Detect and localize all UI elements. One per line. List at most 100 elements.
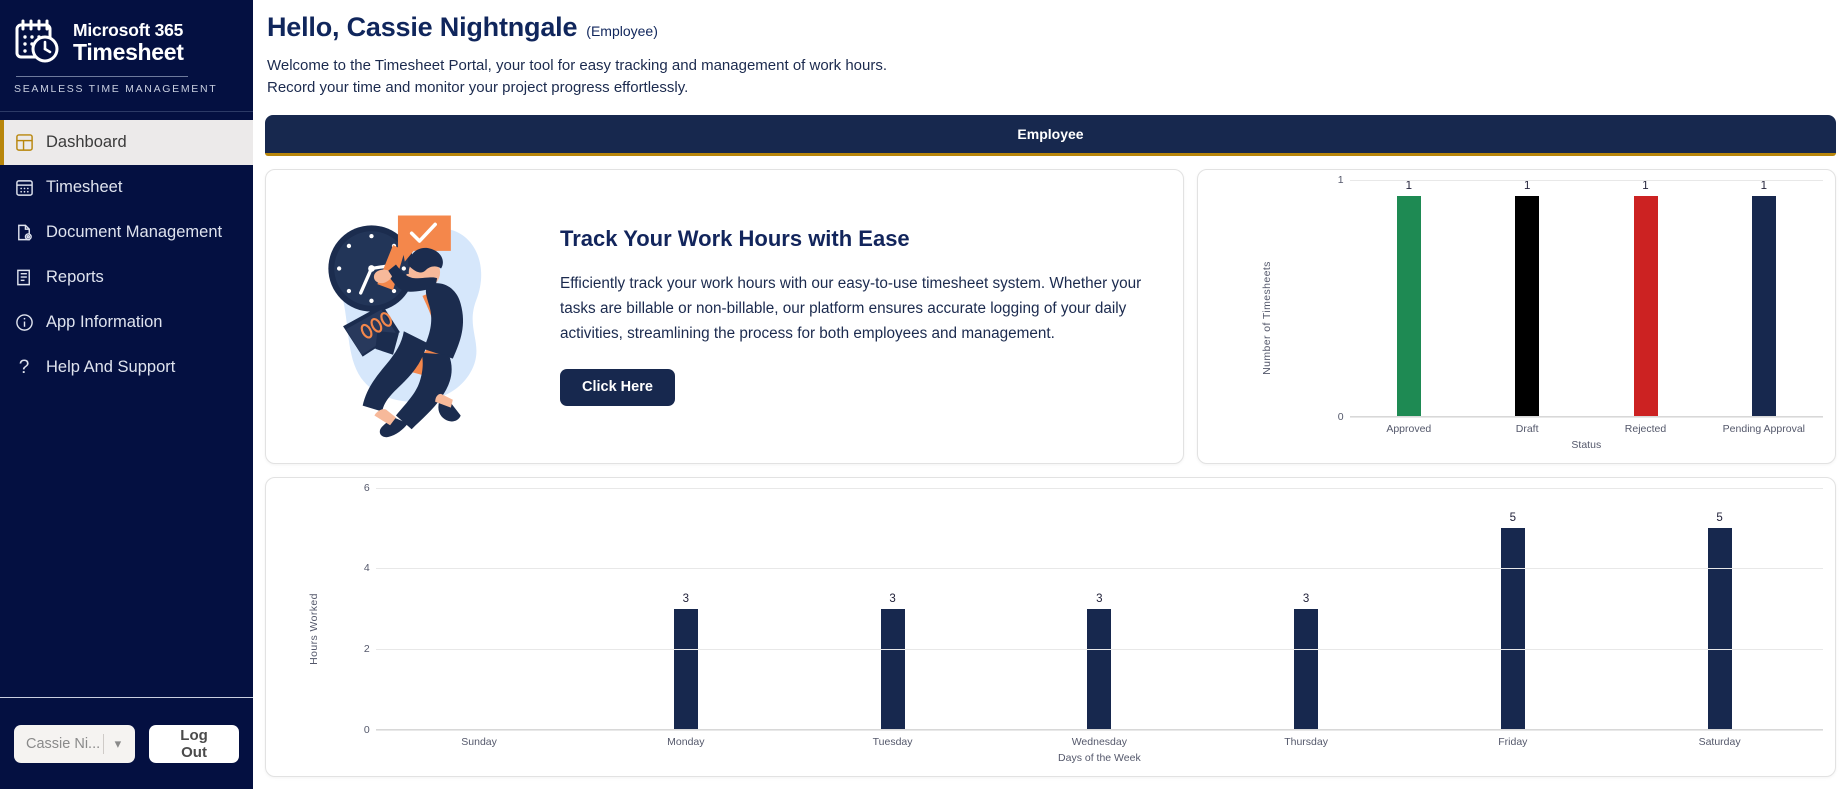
status-chart-body: 01 1111 Approved Draft Rejected Pending App… — [1324, 174, 1823, 457]
greeting-row: Hello, Cassie Nightngale (Employee) — [265, 8, 1836, 43]
brand-divider — [16, 76, 188, 77]
sidebar-item-dashboard[interactable]: Dashboard — [0, 120, 253, 165]
weekly-chart-plot: 0 2 4 6 3 3 3 3 5 5 — [350, 482, 1823, 736]
sidebar: Microsoft 365 Timesheet SEAMLESS TIME MA… — [0, 0, 253, 789]
calendar-clock-logo-icon — [14, 18, 64, 68]
x-tick-label: Tuesday — [872, 735, 913, 748]
y-tick-label: 2 — [363, 642, 370, 655]
y-tick-label: 0 — [1337, 410, 1344, 423]
user-account-dropdown[interactable]: Cassie Ni... ▾ — [14, 724, 136, 763]
bar-value-label: 1 — [1760, 179, 1768, 192]
x-tick-label: Wednesday — [1071, 735, 1127, 748]
brand-wordmark: Microsoft 365 Timesheet — [73, 22, 184, 64]
bar-slot: 5 — [1409, 488, 1616, 730]
report-icon — [14, 268, 34, 288]
top-row: Track Your Work Hours with Ease Efficien… — [265, 168, 1836, 464]
weekly-chart-yaxis: 0 2 4 6 — [350, 482, 376, 736]
sidebar-item-label: Dashboard — [46, 133, 127, 151]
y-tick-label: 0 — [363, 723, 370, 736]
page-title: Hello, Cassie Nightngale — [267, 12, 578, 42]
x-tick-label: Thursday — [1284, 735, 1328, 748]
sidebar-item-reports[interactable]: Reports — [0, 255, 253, 300]
bar-value-label: 5 — [1509, 511, 1517, 524]
sidebar-nav: Dashboard Timesheet Document Management … — [0, 112, 253, 697]
bar-slot: 1 — [1705, 180, 1823, 417]
weekly-chart-ylabel: Hours Worked — [307, 592, 320, 665]
weekly-hours-chart: Hours Worked 0 2 4 6 3 3 3 3 5 5 Sunday Monday Tue… — [278, 482, 1823, 770]
hero-card: Track Your Work Hours with Ease Efficien… — [265, 168, 1184, 464]
sidebar-item-document-management[interactable]: Document Management — [0, 210, 253, 255]
bar-slot: 3 — [1203, 488, 1410, 730]
y-tick-label: 4 — [363, 562, 370, 575]
user-account-value: Cassie Ni... — [26, 735, 101, 752]
weekly-chart-body: 0 2 4 6 3 3 3 3 5 5 Sunday Monday Tuesday Wednesday… — [350, 482, 1823, 770]
bar[interactable] — [1751, 195, 1776, 417]
question-icon: ? — [18, 357, 30, 378]
hero-body: Efficiently track your work hours with o… — [560, 275, 1142, 342]
bar[interactable] — [1515, 195, 1540, 417]
bar-value-label: 3 — [889, 592, 896, 605]
sidebar-item-help-and-support[interactable]: ? Help And Support — [0, 345, 253, 390]
info-icon — [14, 313, 34, 333]
bar-slot: 1 — [1468, 180, 1586, 417]
sidebar-item-app-information[interactable]: App Information — [0, 300, 253, 345]
weekly-chart-bars: 3 3 3 3 5 5 — [376, 488, 1823, 730]
gridline — [375, 648, 1823, 650]
bar-value-label: 5 — [1716, 511, 1723, 524]
sidebar-item-label: App Information — [46, 313, 163, 331]
bar-value-label: 1 — [1642, 179, 1649, 192]
hero-title: Track Your Work Hours with Ease — [560, 226, 910, 252]
status-chart-xaxis: Approved Draft Rejected Pending Approval — [1324, 417, 1823, 439]
bar[interactable] — [673, 608, 698, 730]
welcome-line-1: Welcome to the Timesheet Portal, your to… — [267, 57, 888, 74]
click-here-button[interactable]: Click Here — [560, 368, 675, 406]
brand-line-1: Microsoft 365 — [73, 20, 184, 41]
bar-slot: 1 — [1586, 180, 1704, 417]
grid-icon — [14, 133, 34, 153]
status-chart-grid: 1 1 1 1 — [1349, 179, 1823, 418]
bar[interactable] — [1633, 195, 1658, 417]
welcome-line-2: Record your time and monitor your projec… — [267, 78, 689, 96]
bar[interactable] — [1396, 195, 1421, 417]
role-suffix: (Employee) — [586, 23, 658, 39]
main-content: Hello, Cassie Nightngale (Employee) Welc… — [253, 0, 1848, 789]
x-tick-label: Pending Approval — [1722, 422, 1805, 435]
brand-tagline: SEAMLESS TIME MANAGEMENT — [14, 83, 218, 95]
sidebar-footer: Cassie Ni... ▾ Log Out — [0, 697, 253, 789]
axis-baseline — [1349, 415, 1823, 417]
bar[interactable] — [1500, 527, 1525, 730]
bottom-row: Hours Worked 0 2 4 6 3 3 3 3 5 5 Sunday Monday Tue… — [265, 476, 1836, 777]
axis-baseline — [375, 728, 1823, 730]
gridline — [1349, 179, 1823, 181]
sidebar-item-timesheet[interactable]: Timesheet — [0, 165, 253, 210]
gridline — [375, 487, 1823, 489]
weekly-chart-xaxis: Sunday Monday Tuesday Wednesday Thursday Frid… — [350, 730, 1823, 752]
bar[interactable] — [880, 608, 905, 730]
status-chart: Number of Timesheets 01 1111 Approved Dra… — [1210, 174, 1823, 457]
bar-slot: 3 — [789, 488, 996, 730]
brand-header: Microsoft 365 Timesheet SEAMLESS TIME MA… — [0, 0, 253, 111]
bar-slot: 1 — [1350, 180, 1468, 417]
dropdown-divider — [102, 733, 104, 754]
bar[interactable] — [1294, 608, 1319, 730]
work-hours-illustration — [284, 186, 554, 446]
bar-slot: 3 — [996, 488, 1203, 730]
chevron-down-icon: ▾ — [114, 735, 122, 751]
bar[interactable] — [1707, 527, 1732, 730]
bar[interactable] — [1087, 608, 1112, 730]
x-tick-label: Monday — [667, 735, 705, 748]
document-gear-icon — [14, 223, 34, 243]
status-chart-xlabel: Status — [1571, 438, 1602, 451]
calendar-icon — [14, 178, 34, 198]
weekly-hours-chart-card: Hours Worked 0 2 4 6 3 3 3 3 5 5 Sunday Monday Tue… — [265, 476, 1836, 777]
sidebar-item-label: Document Management — [46, 223, 223, 241]
status-chart-yaxis: 01 — [1324, 174, 1350, 423]
x-tick-label: Saturday — [1698, 735, 1741, 748]
logout-button[interactable]: Log Out — [149, 724, 239, 763]
bar-value-label: 1 — [1523, 179, 1531, 192]
x-tick-label: Rejected — [1624, 422, 1667, 435]
status-chart-ylabel-box: Number of Timesheets — [1210, 180, 1324, 457]
weekly-chart-xlabel: Days of the Week — [1058, 751, 1141, 764]
sidebar-item-label: Help And Support — [46, 358, 176, 376]
bar-slot: 5 — [1616, 488, 1823, 730]
